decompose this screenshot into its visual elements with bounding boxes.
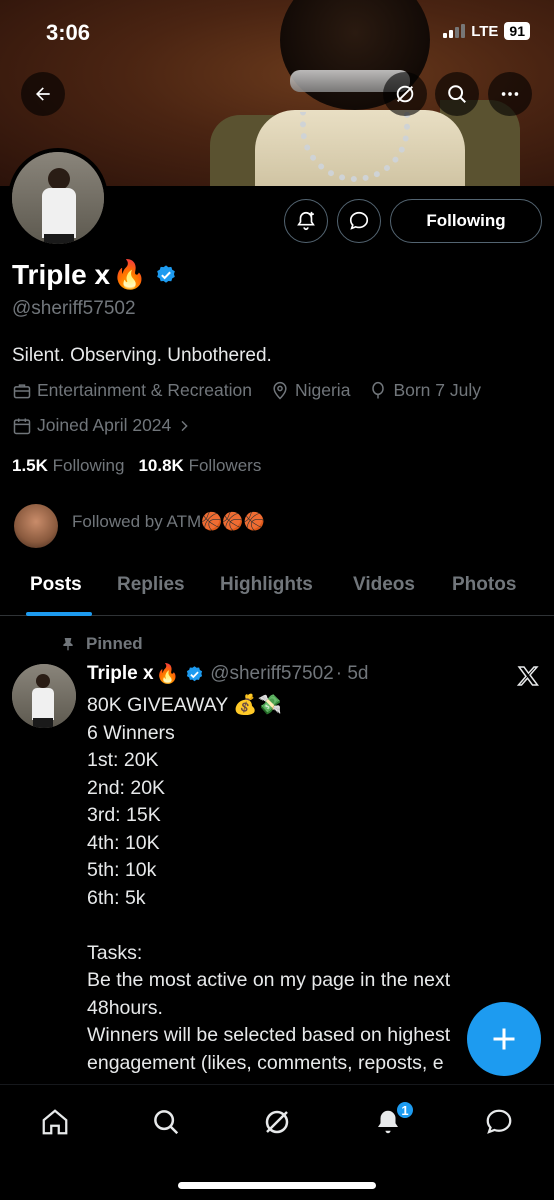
post-author-name[interactable]: Triple x [87,663,154,685]
pinned-label: Pinned [60,634,143,654]
balloon-icon [372,381,385,398]
tab-highlights[interactable]: Highlights [220,568,313,602]
grok-icon [396,85,414,103]
post-line: 2nd: 20K [87,776,166,799]
search-button[interactable] [435,72,479,116]
verified-badge-icon [187,665,203,681]
profile-avatar[interactable] [8,148,108,248]
profile-name: Triple x 🔥 [12,258,177,291]
x-logo-icon [516,666,539,686]
nav-search[interactable] [149,1105,183,1139]
plus-icon [493,1028,515,1050]
notifications-subscribe-button[interactable] [284,199,328,243]
post-line: 5th: 10k [87,859,157,881]
post-line: 6 Winners [87,721,175,744]
fire-emoji: 🔥 [155,664,180,685]
following-button[interactable]: Following [390,199,542,243]
pin-icon [63,638,73,651]
followers-stat[interactable]: 10.8K Followers [138,456,261,476]
signal-icon [443,24,466,38]
home-icon [42,1109,68,1135]
compose-post-button[interactable] [467,1002,541,1076]
briefcase-icon [13,383,31,398]
post-line: 4th: 10K [87,831,160,854]
arrow-left-icon [36,87,50,101]
fire-emoji: 🔥 [112,259,147,290]
profile-meta-row: Entertainment & Recreation Nigeria Born … [12,380,481,401]
notifications-badge: 1 [395,1100,415,1120]
profile-birthday: Born 7 July [368,380,481,401]
message-button[interactable] [337,199,381,243]
post-line: 3rd: 15K [87,804,161,826]
search-icon [448,85,466,103]
search-icon [154,1110,179,1135]
location-pin-icon [273,381,287,400]
tab-videos[interactable]: Videos [353,568,415,602]
profile-name-text: Triple x [12,258,111,290]
post-line: Be the most active on my page in the nex… [87,969,451,991]
more-horizontal-icon [501,92,519,96]
nav-messages[interactable] [482,1105,516,1139]
post-line: 80K GIVEAWAY 💰💸 [87,694,282,716]
post-line: 48hours. [87,996,163,1019]
post-text[interactable]: 80K GIVEAWAY 💰💸 6 Winners 1st: 20K 2nd: … [87,692,487,1077]
active-tab-indicator [26,612,92,616]
tab-photos[interactable]: Photos [452,568,516,602]
message-bubble-icon [486,1109,512,1134]
status-time: 3:06 [46,20,91,45]
follow-stats: 1.5K Following 10.8K Followers [12,456,261,476]
profile-category: Entertainment & Recreation [12,380,252,401]
bell-plus-icon [297,211,315,231]
post-line [87,912,487,940]
chevron-right-icon [181,420,188,431]
message-bubble-icon [349,211,369,230]
following-stat[interactable]: 1.5K Following [12,456,124,476]
post-header: Triple x 🔥 @sheriff57502 · 5d [87,662,368,686]
grok-icon [265,1110,289,1134]
nav-home[interactable] [38,1105,72,1139]
post-author-handle: @sheriff57502 [210,663,334,684]
profile-bio: Silent. Observing. Unbothered. [12,345,272,366]
profile-joined-row[interactable]: Joined April 2024 [12,415,192,436]
nav-grok[interactable] [260,1105,294,1139]
network-label: LTE [471,22,499,40]
post-line: 6th: 5k [87,886,146,909]
tab-posts[interactable]: Posts [30,568,82,602]
profile-handle: @sheriff57502 [12,298,136,319]
calendar-icon [13,418,31,434]
home-indicator[interactable] [178,1182,376,1189]
post-line: engagement (likes, comments, reposts, e [87,1051,444,1074]
status-indicators: LTE 91 [443,22,530,40]
post-line: Winners will be selected based on highes… [87,1024,451,1046]
back-button[interactable] [21,72,65,116]
verified-badge-icon[interactable] [155,264,177,286]
post-timestamp: · 5d [335,663,369,684]
more-button[interactable] [488,72,532,116]
grok-button[interactable] [383,72,427,116]
post-line: Tasks: [87,941,143,964]
followed-by-text[interactable]: Followed by ATM🏀🏀🏀 [72,512,265,532]
tab-replies[interactable]: Replies [117,568,185,602]
battery-icon: 91 [504,22,530,40]
profile-joined[interactable]: Joined April 2024 [12,415,192,436]
followed-by-avatar[interactable] [14,504,58,548]
post-line: 1st: 20K [87,749,159,771]
profile-location: Nigeria [270,380,350,401]
post-author-avatar[interactable] [12,664,76,728]
profile-tabs: Posts Replies Highlights Videos Photos [0,568,554,616]
